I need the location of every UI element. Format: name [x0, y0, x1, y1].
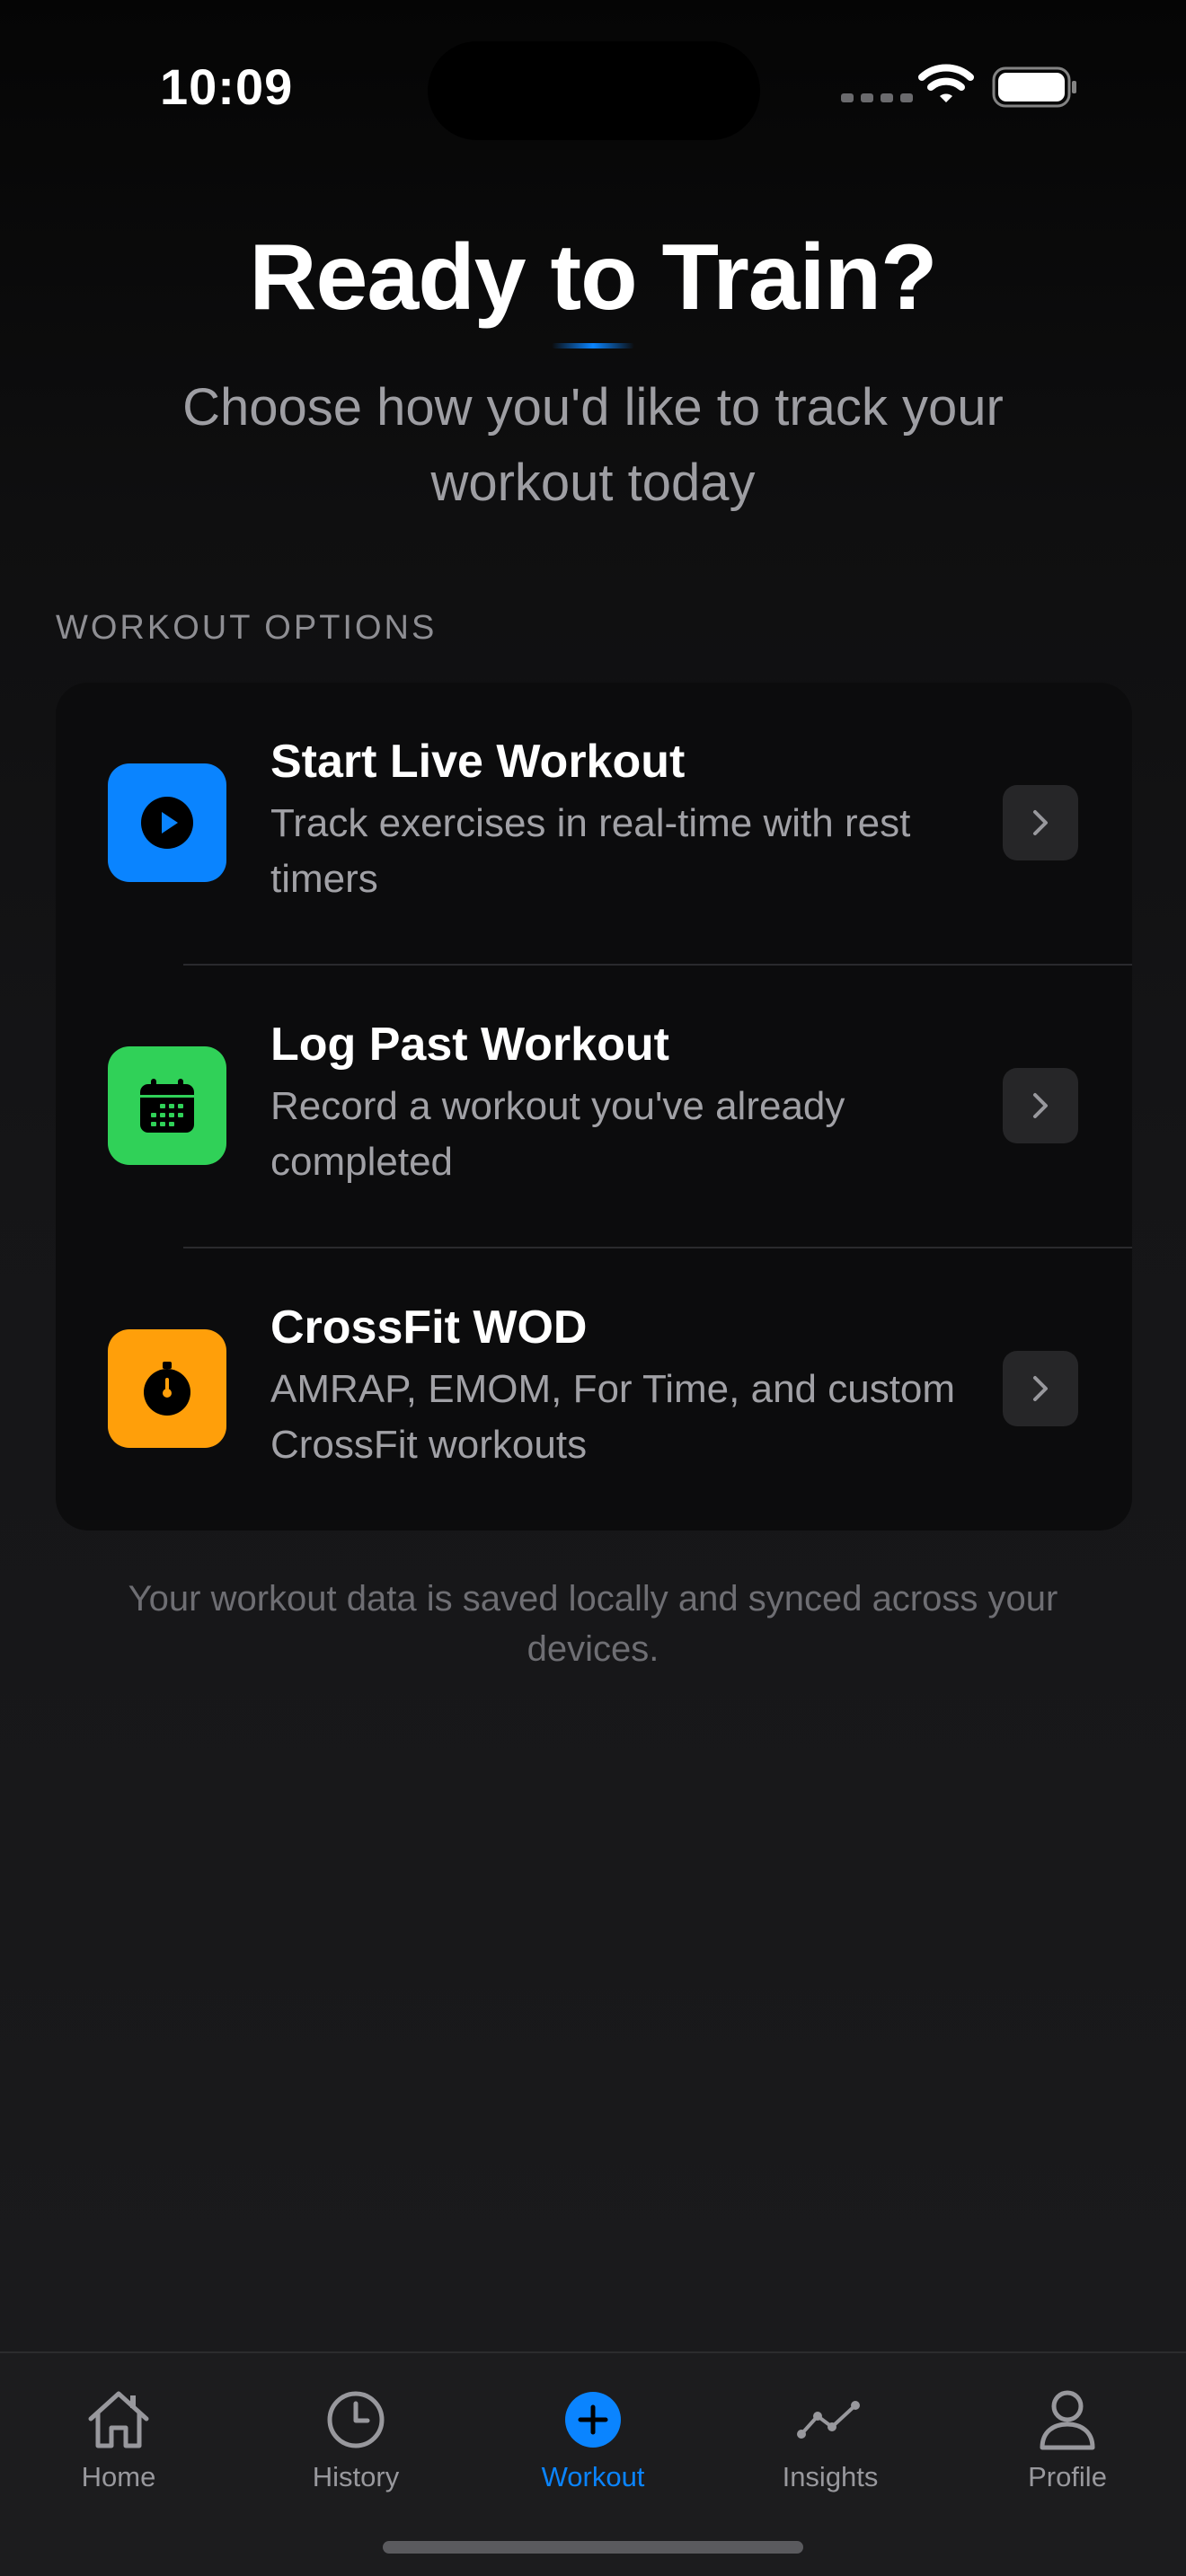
tab-label: Insights — [782, 2461, 879, 2492]
page-subtitle: Choose how you'd like to track your work… — [182, 378, 1004, 512]
chevron-right-icon[interactable] — [1003, 1068, 1078, 1143]
tab-profile[interactable]: Profile — [949, 2353, 1186, 2515]
option-description: Record a workout you've already complete… — [270, 1084, 845, 1184]
workout-options-card: Start Live Workout Track exercises in re… — [56, 683, 1132, 1531]
title-accent-line — [552, 343, 634, 348]
cellular-signal-icon — [841, 93, 913, 102]
crossfit-wod-option[interactable]: CrossFit WOD AMRAP, EMOM, For Time, and … — [56, 1248, 1132, 1531]
home-indicator[interactable] — [383, 2541, 803, 2554]
calendar-icon — [108, 1046, 226, 1165]
page-title: Ready to Train? — [249, 225, 937, 330]
tab-insights[interactable]: Insights — [712, 2353, 949, 2515]
plus-circle-icon — [474, 2386, 712, 2454]
option-description: AMRAP, EMOM, For Time, and custom CrossF… — [270, 1367, 956, 1467]
tab-label: Workout — [541, 2461, 645, 2492]
tab-label: Home — [81, 2461, 156, 2492]
person-icon — [949, 2386, 1186, 2454]
sync-footnote: Your workout data is saved locally and s… — [128, 1579, 1058, 1669]
workout-screen: 10:09 Ready to Train? Choose how you'd l… — [0, 0, 1186, 2576]
section-label: WORKOUT OPTIONS — [56, 609, 438, 647]
tab-history[interactable]: History — [237, 2353, 474, 2515]
dynamic-island — [428, 41, 760, 140]
tab-label: History — [312, 2461, 400, 2492]
option-description: Track exercises in real-time with rest t… — [270, 801, 911, 901]
chevron-right-icon[interactable] — [1003, 785, 1078, 860]
tab-label: Profile — [1028, 2461, 1107, 2492]
battery-icon — [992, 66, 1078, 112]
wifi-icon — [918, 63, 974, 109]
option-title: CrossFit WOD — [270, 1301, 588, 1354]
tab-workout[interactable]: Workout — [474, 2353, 712, 2515]
chart-line-icon — [712, 2386, 949, 2454]
option-title: Start Live Workout — [270, 736, 686, 788]
clock-icon — [237, 2386, 474, 2454]
option-title: Log Past Workout — [270, 1019, 669, 1071]
tab-home[interactable]: Home — [0, 2353, 237, 2515]
house-icon — [0, 2386, 237, 2454]
start-live-workout-option[interactable]: Start Live Workout Track exercises in re… — [56, 683, 1132, 965]
chevron-right-icon[interactable] — [1003, 1351, 1078, 1426]
status-time: 10:09 — [160, 58, 294, 115]
play-icon — [108, 763, 226, 882]
log-past-workout-option[interactable]: Log Past Workout Record a workout you've… — [56, 966, 1132, 1248]
stopwatch-icon — [108, 1329, 226, 1448]
